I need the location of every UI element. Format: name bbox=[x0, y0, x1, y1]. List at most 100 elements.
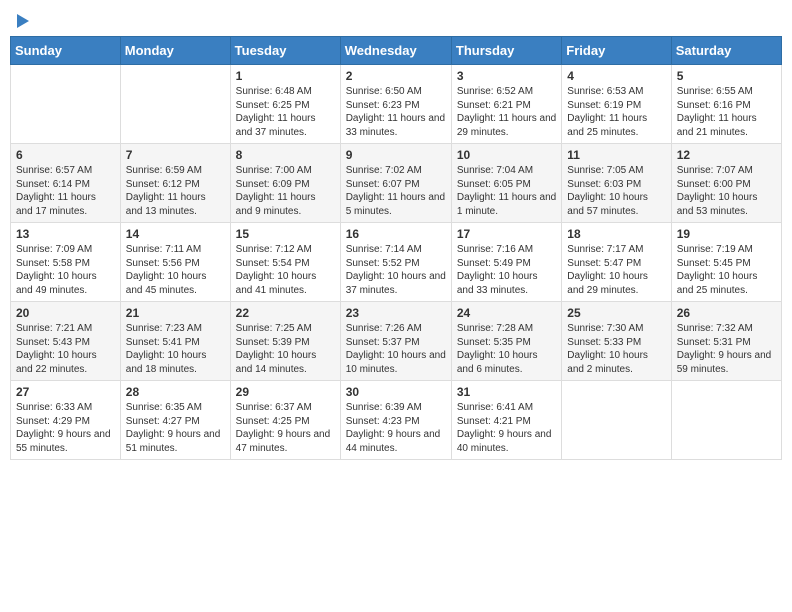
day-info-text: Sunrise: 7:25 AM bbox=[236, 322, 335, 336]
day-info-text: Sunrise: 7:00 AM bbox=[236, 164, 335, 178]
day-number: 27 bbox=[16, 385, 115, 399]
day-info-text: Sunrise: 7:21 AM bbox=[16, 322, 115, 336]
day-info-text: Sunset: 6:00 PM bbox=[677, 178, 776, 192]
day-info-text: Sunrise: 7:04 AM bbox=[457, 164, 556, 178]
day-number: 4 bbox=[567, 69, 665, 83]
day-info-text: Daylight: 9 hours and 59 minutes. bbox=[677, 349, 776, 376]
day-info-text: Sunrise: 7:32 AM bbox=[677, 322, 776, 336]
day-info-text: Daylight: 9 hours and 55 minutes. bbox=[16, 428, 115, 455]
calendar-cell: 16Sunrise: 7:14 AMSunset: 5:52 PMDayligh… bbox=[340, 223, 451, 302]
day-info-text: Daylight: 10 hours and 45 minutes. bbox=[126, 270, 225, 297]
day-number: 11 bbox=[567, 148, 665, 162]
calendar-cell: 6Sunrise: 6:57 AMSunset: 6:14 PMDaylight… bbox=[11, 144, 121, 223]
day-info-text: Sunset: 5:58 PM bbox=[16, 257, 115, 271]
day-info-text: Sunset: 5:54 PM bbox=[236, 257, 335, 271]
calendar-cell: 23Sunrise: 7:26 AMSunset: 5:37 PMDayligh… bbox=[340, 302, 451, 381]
day-number: 12 bbox=[677, 148, 776, 162]
calendar-cell: 22Sunrise: 7:25 AMSunset: 5:39 PMDayligh… bbox=[230, 302, 340, 381]
day-info-text: Sunrise: 6:53 AM bbox=[567, 85, 665, 99]
day-number: 7 bbox=[126, 148, 225, 162]
calendar-cell: 17Sunrise: 7:16 AMSunset: 5:49 PMDayligh… bbox=[451, 223, 561, 302]
day-header-sunday: Sunday bbox=[11, 37, 121, 65]
calendar-cell: 13Sunrise: 7:09 AMSunset: 5:58 PMDayligh… bbox=[11, 223, 121, 302]
day-info-text: Sunrise: 7:12 AM bbox=[236, 243, 335, 257]
day-number: 23 bbox=[346, 306, 446, 320]
day-info-text: Sunrise: 6:39 AM bbox=[346, 401, 446, 415]
day-info-text: Sunrise: 7:16 AM bbox=[457, 243, 556, 257]
day-info-text: Sunset: 5:45 PM bbox=[677, 257, 776, 271]
day-info-text: Sunrise: 7:26 AM bbox=[346, 322, 446, 336]
calendar-cell: 26Sunrise: 7:32 AMSunset: 5:31 PMDayligh… bbox=[671, 302, 781, 381]
day-info-text: Sunset: 5:33 PM bbox=[567, 336, 665, 350]
calendar-week-2: 13Sunrise: 7:09 AMSunset: 5:58 PMDayligh… bbox=[11, 223, 782, 302]
calendar-cell: 1Sunrise: 6:48 AMSunset: 6:25 PMDaylight… bbox=[230, 65, 340, 144]
day-info-text: Sunset: 6:09 PM bbox=[236, 178, 335, 192]
day-info-text: Sunset: 6:07 PM bbox=[346, 178, 446, 192]
day-info-text: Daylight: 10 hours and 41 minutes. bbox=[236, 270, 335, 297]
calendar-cell: 9Sunrise: 7:02 AMSunset: 6:07 PMDaylight… bbox=[340, 144, 451, 223]
day-number: 6 bbox=[16, 148, 115, 162]
calendar-cell: 2Sunrise: 6:50 AMSunset: 6:23 PMDaylight… bbox=[340, 65, 451, 144]
day-number: 3 bbox=[457, 69, 556, 83]
calendar-cell bbox=[562, 381, 671, 460]
day-header-saturday: Saturday bbox=[671, 37, 781, 65]
day-info-text: Sunset: 6:14 PM bbox=[16, 178, 115, 192]
day-info-text: Daylight: 10 hours and 18 minutes. bbox=[126, 349, 225, 376]
day-info-text: Sunset: 6:19 PM bbox=[567, 99, 665, 113]
day-info-text: Daylight: 9 hours and 47 minutes. bbox=[236, 428, 335, 455]
day-info-text: Daylight: 11 hours and 25 minutes. bbox=[567, 112, 665, 139]
day-info-text: Daylight: 10 hours and 14 minutes. bbox=[236, 349, 335, 376]
calendar-week-0: 1Sunrise: 6:48 AMSunset: 6:25 PMDaylight… bbox=[11, 65, 782, 144]
calendar-cell: 19Sunrise: 7:19 AMSunset: 5:45 PMDayligh… bbox=[671, 223, 781, 302]
day-header-tuesday: Tuesday bbox=[230, 37, 340, 65]
day-info-text: Daylight: 10 hours and 49 minutes. bbox=[16, 270, 115, 297]
day-header-monday: Monday bbox=[120, 37, 230, 65]
page-header bbox=[10, 10, 782, 28]
day-info-text: Sunrise: 7:28 AM bbox=[457, 322, 556, 336]
day-info-text: Sunset: 5:47 PM bbox=[567, 257, 665, 271]
day-number: 21 bbox=[126, 306, 225, 320]
day-number: 17 bbox=[457, 227, 556, 241]
calendar-cell: 27 Sunrise: 6:33 AMSunset: 4:29 PMDayligh… bbox=[11, 381, 121, 460]
day-number: 15 bbox=[236, 227, 335, 241]
day-info-text: Sunrise: 7:02 AM bbox=[346, 164, 446, 178]
day-info-text: Sunset: 6:23 PM bbox=[346, 99, 446, 113]
calendar-cell: 11Sunrise: 7:05 AMSunset: 6:03 PMDayligh… bbox=[562, 144, 671, 223]
day-info-text: Sunrise: 6:41 AM bbox=[457, 401, 556, 415]
calendar-cell: 4 Sunrise: 6:53 AMSunset: 6:19 PMDaylight… bbox=[562, 65, 671, 144]
day-info-text: Sunset: 4:29 PM bbox=[16, 415, 115, 429]
day-number: 18 bbox=[567, 227, 665, 241]
day-info-text: Daylight: 11 hours and 33 minutes. bbox=[346, 112, 446, 139]
day-number: 5 bbox=[677, 69, 776, 83]
day-info-text: Sunrise: 6:57 AM bbox=[16, 164, 115, 178]
calendar-week-1: 6 Sunrise: 6:57 AMSunset: 6:14 PM Daylight… bbox=[11, 144, 782, 223]
day-info-text: Daylight: 11 hours and 9 minutes. bbox=[236, 191, 335, 218]
calendar-cell: 21Sunrise: 7:23 AMSunset: 5:41 PMDayligh… bbox=[120, 302, 230, 381]
day-number: 19 bbox=[677, 227, 776, 241]
calendar-cell: 12Sunrise: 7:07 AMSunset: 6:00 PMDayligh… bbox=[671, 144, 781, 223]
calendar-cell: 31Sunrise: 6:41 AMSunset: 4:21 PMDayligh… bbox=[451, 381, 561, 460]
calendar-cell: 28Sunrise: 6:35 AMSunset: 4:27 PMDayligh… bbox=[120, 381, 230, 460]
day-info-text: Daylight: 11 hours and 29 minutes. bbox=[457, 112, 556, 139]
calendar-cell: 3Sunrise: 6:52 AMSunset: 6:21 PMDaylight… bbox=[451, 65, 561, 144]
day-info-text: Sunrise: 6:33 AM bbox=[16, 401, 115, 415]
logo bbox=[14, 14, 29, 28]
day-info-text: Daylight: 10 hours and 22 minutes. bbox=[16, 349, 115, 376]
day-info-text: Sunrise: 7:09 AM bbox=[16, 243, 115, 257]
day-info-text: Sunset: 5:56 PM bbox=[126, 257, 225, 271]
day-info-text: Sunrise: 6:37 AM bbox=[236, 401, 335, 415]
day-number: 25 bbox=[567, 306, 665, 320]
day-number: 1 bbox=[236, 69, 335, 83]
calendar-cell bbox=[671, 381, 781, 460]
day-info-text: Sunset: 5:39 PM bbox=[236, 336, 335, 350]
day-info-text: Sunset: 4:25 PM bbox=[236, 415, 335, 429]
day-number: 24 bbox=[457, 306, 556, 320]
day-info-text: Sunrise: 6:59 AM bbox=[126, 164, 225, 178]
day-info-text: Sunrise: 7:07 AM bbox=[677, 164, 776, 178]
day-info-text: Daylight: 10 hours and 33 minutes. bbox=[457, 270, 556, 297]
day-number: 16 bbox=[346, 227, 446, 241]
day-info-text: Daylight: 10 hours and 6 minutes. bbox=[457, 349, 556, 376]
day-info-text: Sunset: 4:23 PM bbox=[346, 415, 446, 429]
day-info-text: Daylight: 10 hours and 57 minutes. bbox=[567, 191, 665, 218]
day-number: 31 bbox=[457, 385, 556, 399]
